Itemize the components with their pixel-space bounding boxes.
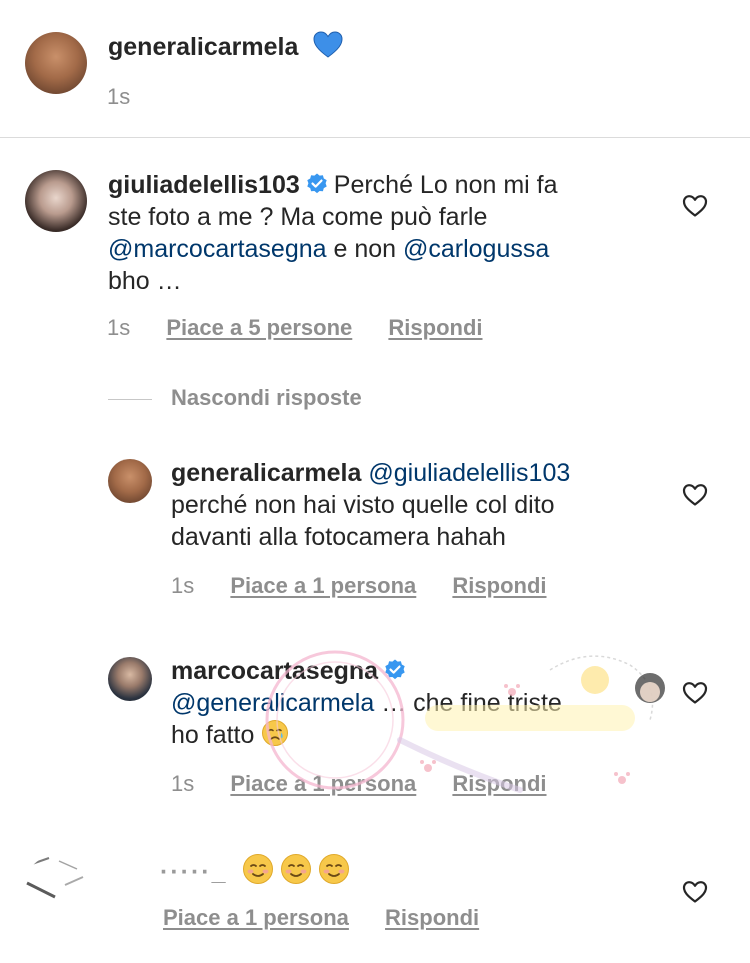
reply-text: marcocartasegna @generalicarmela … che f… <box>171 655 661 751</box>
hide-replies-button[interactable]: Nascondi risposte <box>171 385 362 411</box>
comment-text: giuliadelellis103 Perché Lo non mi fa st… <box>108 169 668 297</box>
reply-text: generalicarmela @giuliadelellis103 perch… <box>171 457 661 553</box>
post-time: 1s <box>107 84 131 109</box>
username-link[interactable]: marcocartasegna <box>171 657 378 685</box>
avatar[interactable] <box>25 170 87 232</box>
hide-replies-line <box>108 399 152 400</box>
caption: generalicarmela <box>108 31 343 63</box>
comments-page: generalicarmela 1s giuliadelellis103 Per… <box>0 0 750 963</box>
mention-link[interactable]: @carlogussa <box>403 235 549 263</box>
likes-link[interactable]: Piace a 5 persone <box>166 315 352 340</box>
verified-badge-icon <box>385 659 405 680</box>
reply-link[interactable]: Rispondi <box>388 315 482 340</box>
verified-badge-icon <box>307 173 327 194</box>
smiling-face-icon <box>281 854 312 884</box>
reply-body: ho fatto <box>171 721 255 749</box>
reply-link[interactable]: Rispondi <box>385 905 479 930</box>
reply-body: … che fine triste <box>374 689 562 717</box>
comment-meta: 1s Piace a 5 persone Rispondi <box>107 315 483 341</box>
mention-link[interactable]: @giuliadelellis103 <box>368 459 570 487</box>
heart-icon[interactable] <box>682 681 708 705</box>
username-link[interactable]: generalicarmela <box>171 459 361 487</box>
divider <box>0 137 750 138</box>
mention-link[interactable]: @generalicarmela <box>171 689 374 717</box>
mention-link[interactable]: @marcocartasegna <box>108 235 327 263</box>
reply-meta: 1s Piace a 1 persona Rispondi <box>171 573 547 599</box>
comment-body: bho … <box>108 267 182 295</box>
comment-time: 1s <box>107 315 131 340</box>
comment-body: Perché Lo non mi fa <box>333 171 558 199</box>
comment-meta: Piace a 1 persona Rispondi <box>163 905 479 931</box>
avatar[interactable] <box>108 459 152 503</box>
username-link[interactable]: generalicarmela <box>108 33 298 61</box>
likes-link[interactable]: Piace a 1 persona <box>230 771 416 796</box>
likes-link[interactable]: Piace a 1 persona <box>230 573 416 598</box>
heart-icon[interactable] <box>682 483 708 507</box>
reply-body: perché non hai visto quelle col dito <box>171 491 555 519</box>
smiling-face-icon <box>319 854 350 884</box>
reply-time: 1s <box>171 573 195 598</box>
avatar[interactable] <box>25 32 87 94</box>
comment-body: e non <box>326 235 403 263</box>
reply-link[interactable]: Rispondi <box>452 771 546 796</box>
avatar[interactable] <box>25 855 87 917</box>
heart-icon[interactable] <box>682 194 708 218</box>
reply-meta: 1s Piace a 1 persona Rispondi <box>171 771 547 797</box>
obscured-avatar-icon <box>26 857 84 899</box>
username-link[interactable]: ·····_ <box>160 858 228 886</box>
avatar[interactable] <box>108 657 152 701</box>
crying-face-icon <box>262 720 289 746</box>
blue-heart-icon <box>313 31 343 58</box>
heart-icon[interactable] <box>682 880 708 904</box>
reply-body: davanti alla fotocamera hahah <box>171 523 506 551</box>
comment-text: ·····_ <box>160 853 356 888</box>
likes-link[interactable]: Piace a 1 persona <box>163 905 349 930</box>
username-link[interactable]: giuliadelellis103 <box>108 171 300 199</box>
reply-time: 1s <box>171 771 195 796</box>
reply-link[interactable]: Rispondi <box>452 573 546 598</box>
comment-body: ste foto a me ? Ma come può farle <box>108 203 488 231</box>
smiling-face-icon <box>243 854 274 884</box>
